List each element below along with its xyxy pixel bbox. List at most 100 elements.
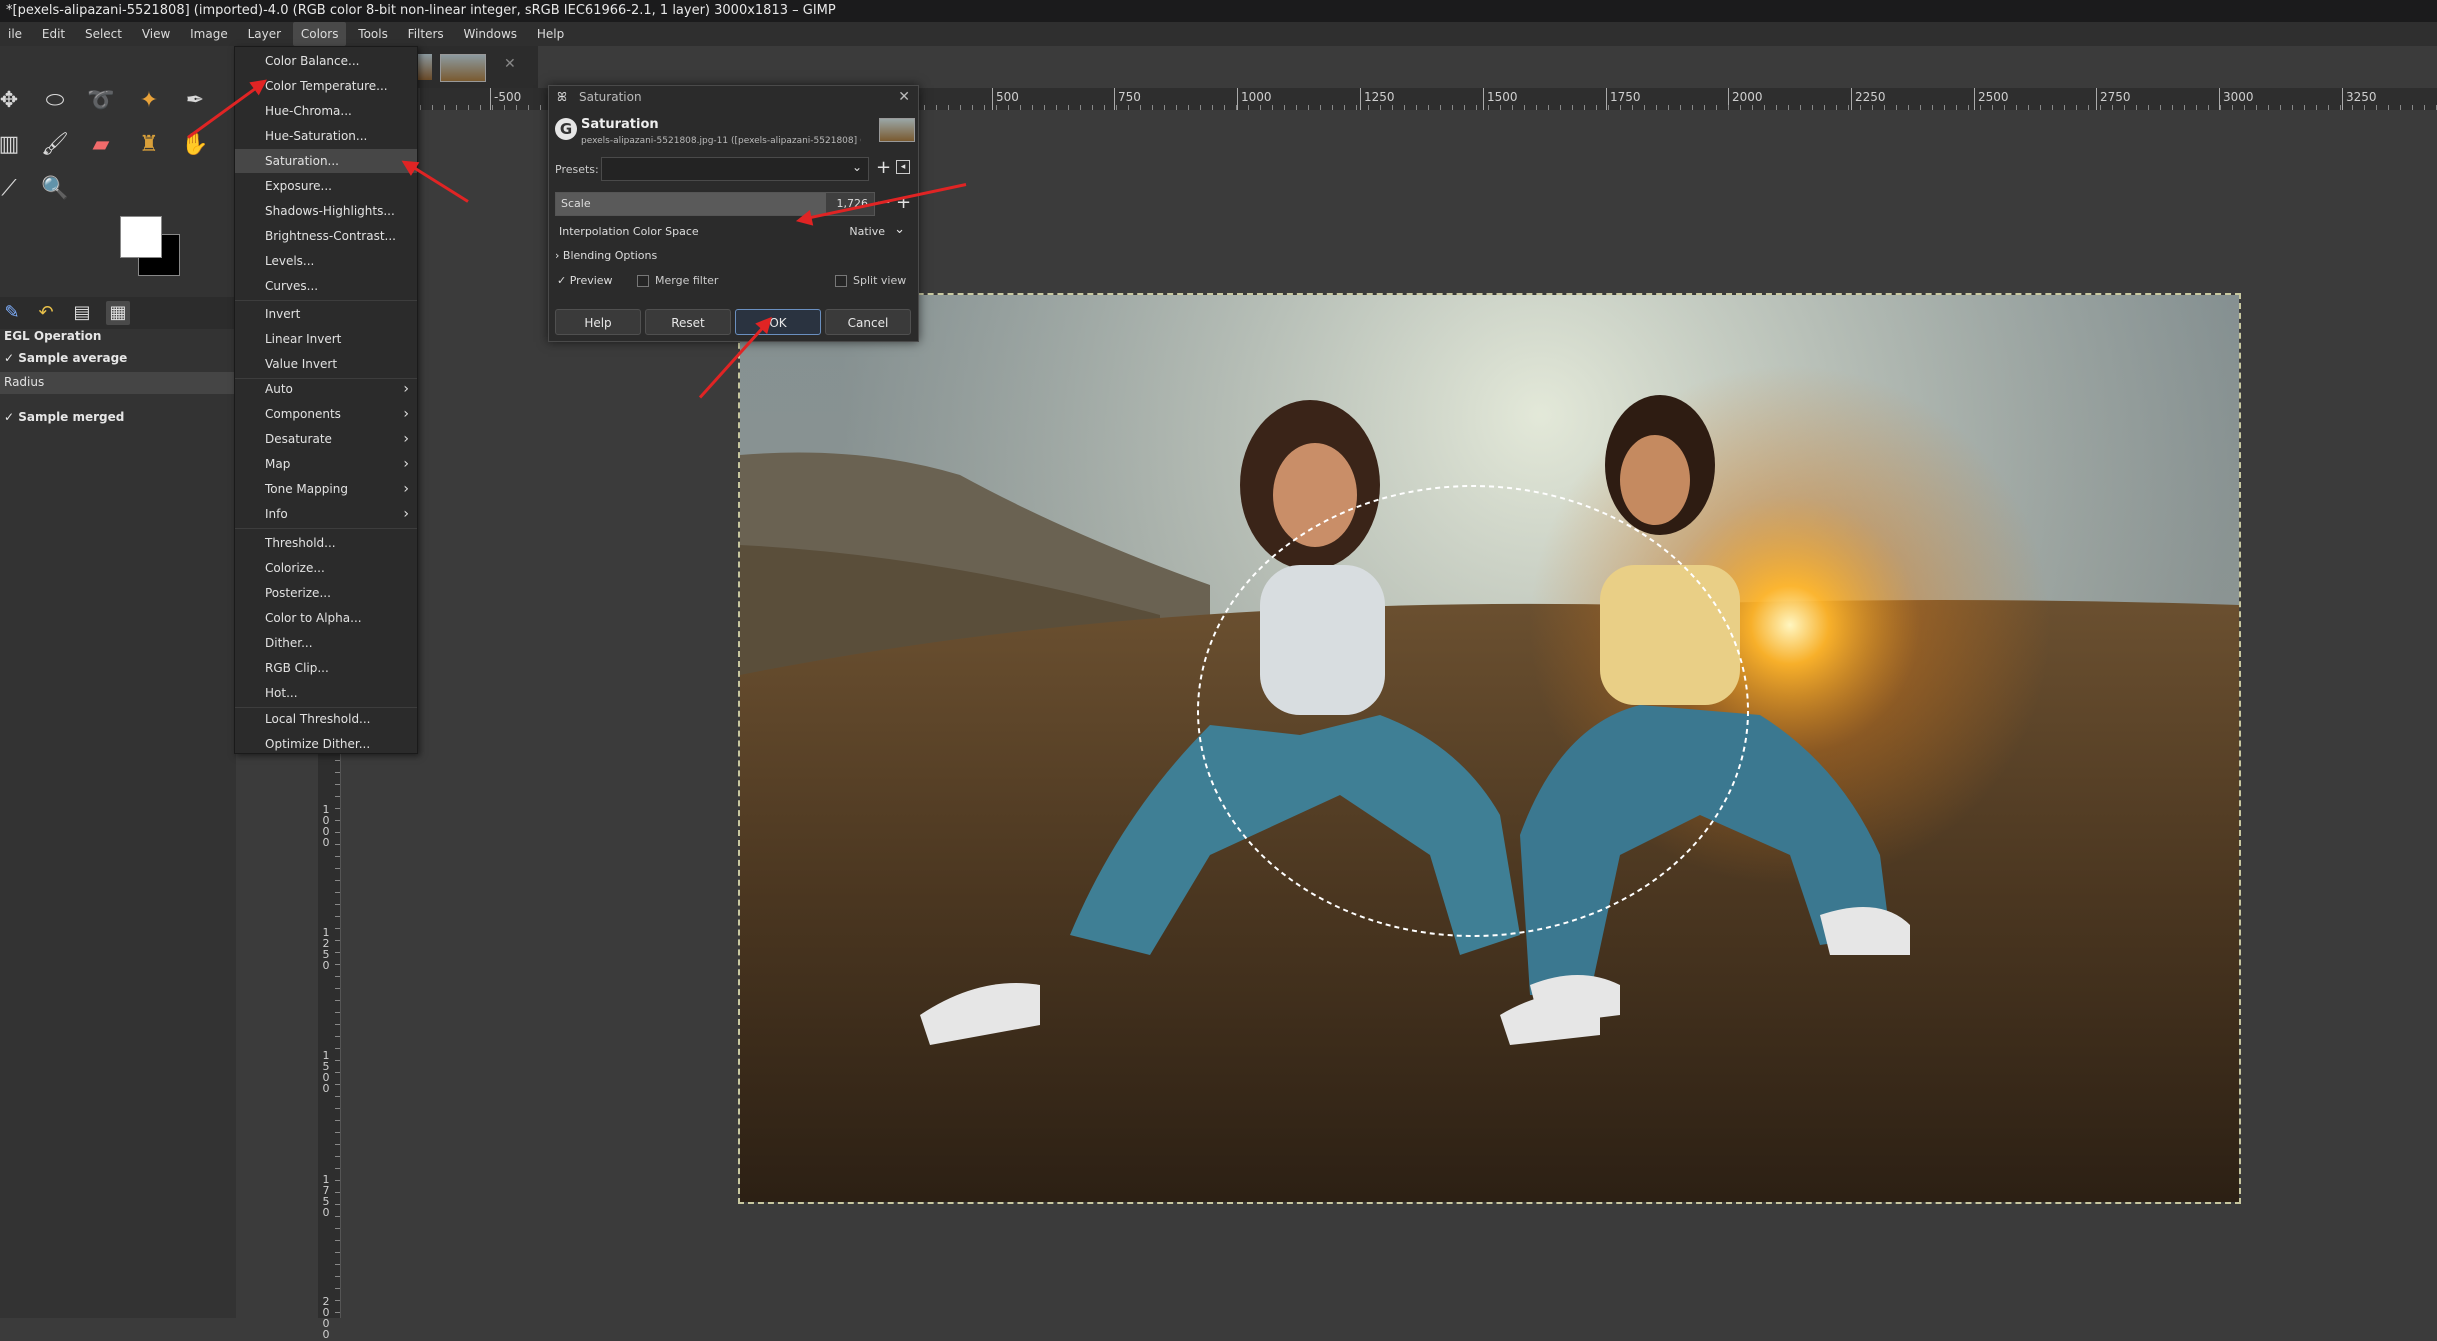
clone-stamp-icon[interactable]: ♜ xyxy=(134,130,164,160)
fg-bg-color-swatch[interactable] xyxy=(120,216,180,276)
menu-item-rgb-clip[interactable]: RGB Clip... xyxy=(235,656,417,680)
help-button[interactable]: Help xyxy=(555,309,641,335)
split-view-checkbox[interactable] xyxy=(835,275,847,287)
dialog-heading: Saturation xyxy=(581,117,659,132)
menu-item-shadows-highlights[interactable]: Shadows-Highlights... xyxy=(235,199,417,223)
menu-filters[interactable]: Filters xyxy=(400,22,452,46)
sample-average-toggle[interactable]: ✓ Sample average xyxy=(4,351,127,365)
menu-windows[interactable]: Windows xyxy=(455,22,525,46)
presets-label: Presets: xyxy=(555,163,599,176)
ruler-minor-tick xyxy=(335,808,340,809)
image-canvas[interactable] xyxy=(738,293,2241,1204)
radius-slider[interactable]: Radius xyxy=(0,372,236,394)
menu-item-exposure[interactable]: Exposure... xyxy=(235,174,417,198)
merge-filter-checkbox[interactable] xyxy=(637,275,649,287)
menu-image[interactable]: Image xyxy=(182,22,236,46)
menu-item-optimize-dither[interactable]: Optimize Dither... xyxy=(235,732,417,756)
add-preset-icon[interactable]: + xyxy=(876,158,891,178)
menu-tools[interactable]: Tools xyxy=(350,22,396,46)
move-tool-icon[interactable]: ✥ xyxy=(0,86,24,116)
menu-select[interactable]: Select xyxy=(77,22,130,46)
menu-item-saturation[interactable]: Saturation... xyxy=(235,149,417,173)
menu-view[interactable]: View xyxy=(134,22,178,46)
zoom-tool-icon[interactable]: 🔍 xyxy=(40,174,70,204)
fuzzy-select-icon[interactable]: ✦ xyxy=(134,86,164,116)
ruler-label: 2500 xyxy=(1978,90,2009,104)
menu-item-auto[interactable]: Auto › xyxy=(235,377,417,401)
image-tab-thumbnail[interactable] xyxy=(440,54,486,82)
blending-options-expander[interactable]: › Blending Options xyxy=(555,249,657,262)
menu-item-hue-saturation[interactable]: Hue-Saturation... xyxy=(235,124,417,148)
menu-item-desaturate[interactable]: Desaturate › xyxy=(235,427,417,451)
menu-colors[interactable]: Colors xyxy=(292,22,347,46)
ellipse-select-icon[interactable]: ⬭ xyxy=(40,86,70,116)
templates-tab-icon[interactable]: ▦ xyxy=(106,301,130,325)
presets-dropdown[interactable]: ⌄ xyxy=(601,157,869,181)
ruler-minor-tick xyxy=(335,1084,340,1085)
menu-layer[interactable]: Layer xyxy=(240,22,289,46)
close-icon[interactable]: ✕ xyxy=(898,86,910,108)
menu-edit[interactable]: Edit xyxy=(34,22,73,46)
ruler-minor-tick xyxy=(335,964,340,965)
ruler-major-tick xyxy=(1360,88,1361,110)
menu-item-color-balance[interactable]: Color Balance... xyxy=(235,49,417,73)
menu-item-map[interactable]: Map › xyxy=(235,452,417,476)
close-tab-icon[interactable]: ✕ xyxy=(504,56,516,72)
ruler-minor-tick xyxy=(335,1108,340,1109)
ruler-minor-tick xyxy=(335,916,340,917)
gradient-tool-icon[interactable]: ▥ xyxy=(0,130,24,160)
ruler-major-tick xyxy=(1606,88,1607,110)
menu-item-levels[interactable]: Levels... xyxy=(235,249,417,273)
ruler-minor-tick xyxy=(335,988,340,989)
ruler-major-tick xyxy=(2096,88,2097,110)
foreground-color[interactable] xyxy=(120,216,162,258)
free-select-icon[interactable]: ➰ xyxy=(86,86,116,116)
menu-item-tone-mapping[interactable]: Tone Mapping › xyxy=(235,477,417,501)
menu-item-invert[interactable]: Invert xyxy=(235,302,417,326)
menu-item-color-to-alpha[interactable]: Color to Alpha... xyxy=(235,606,417,630)
ruler-minor-tick xyxy=(335,1192,340,1193)
ruler-minor-tick xyxy=(335,1276,340,1277)
interpolation-color-space-row[interactable]: Interpolation Color Space Native ⌄ xyxy=(555,220,911,244)
menu-item-curves[interactable]: Curves... xyxy=(235,274,417,298)
menu-item-posterize[interactable]: Posterize... xyxy=(235,581,417,605)
paintbrush-icon[interactable]: 🖌 xyxy=(40,130,70,160)
menu-item-info[interactable]: Info › xyxy=(235,502,417,526)
menu-item-value-invert[interactable]: Value Invert xyxy=(235,352,417,376)
preset-menu-icon[interactable]: ◂ xyxy=(896,160,910,174)
images-tab-icon[interactable]: ▤ xyxy=(70,301,94,325)
ruler-label: 500 xyxy=(996,90,1019,104)
ruler-minor-tick xyxy=(335,952,340,953)
menu-item-hue-chroma[interactable]: Hue-Chroma... xyxy=(235,99,417,123)
menu-help[interactable]: Help xyxy=(529,22,572,46)
color-picker-icon[interactable]: ⟋ xyxy=(0,174,24,204)
menu-item-components[interactable]: Components › xyxy=(235,402,417,426)
menu-item-linear-invert[interactable]: Linear Invert xyxy=(235,327,417,351)
ruler-major-tick xyxy=(1483,88,1484,110)
tool-options-tab-icon[interactable]: ✎ xyxy=(0,301,24,325)
cancel-button[interactable]: Cancel xyxy=(825,309,911,335)
undo-history-tab-icon[interactable]: ↶ xyxy=(34,301,58,325)
menu-file[interactable]: ile xyxy=(0,22,30,46)
ruler-minor-tick xyxy=(335,1240,340,1241)
dialog-title-bar: ꕤ Saturation ✕ xyxy=(549,86,918,108)
eraser-icon[interactable]: ▰ xyxy=(86,130,116,160)
dialog-window-title: Saturation xyxy=(579,90,642,104)
menu-item-brightness-contrast[interactable]: Brightness-Contrast... xyxy=(235,224,417,248)
ruler-minor-tick xyxy=(335,976,340,977)
menu-item-colorize[interactable]: Colorize... xyxy=(235,556,417,580)
menu-item-hot[interactable]: Hot... xyxy=(235,681,417,705)
sample-merged-checkbox[interactable]: ✓ Sample merged xyxy=(4,410,124,424)
reset-button[interactable]: Reset xyxy=(645,309,731,335)
chevron-down-icon: ⌄ xyxy=(894,222,905,237)
ruler-minor-tick xyxy=(335,1216,340,1217)
menu-item-local-threshold[interactable]: Local Threshold... xyxy=(235,707,417,731)
smudge-tool-icon[interactable]: ✋ xyxy=(180,130,210,160)
ruler-minor-tick xyxy=(335,844,340,845)
menu-item-dither[interactable]: Dither... xyxy=(235,631,417,655)
paths-tool-icon[interactable]: ✒ xyxy=(180,86,210,116)
preview-checkbox[interactable]: ✓ Preview xyxy=(557,274,613,287)
ruler-label: 1750 xyxy=(322,1173,330,1219)
menu-item-threshold[interactable]: Threshold... xyxy=(235,531,417,555)
scale-slider-fill xyxy=(556,193,826,215)
